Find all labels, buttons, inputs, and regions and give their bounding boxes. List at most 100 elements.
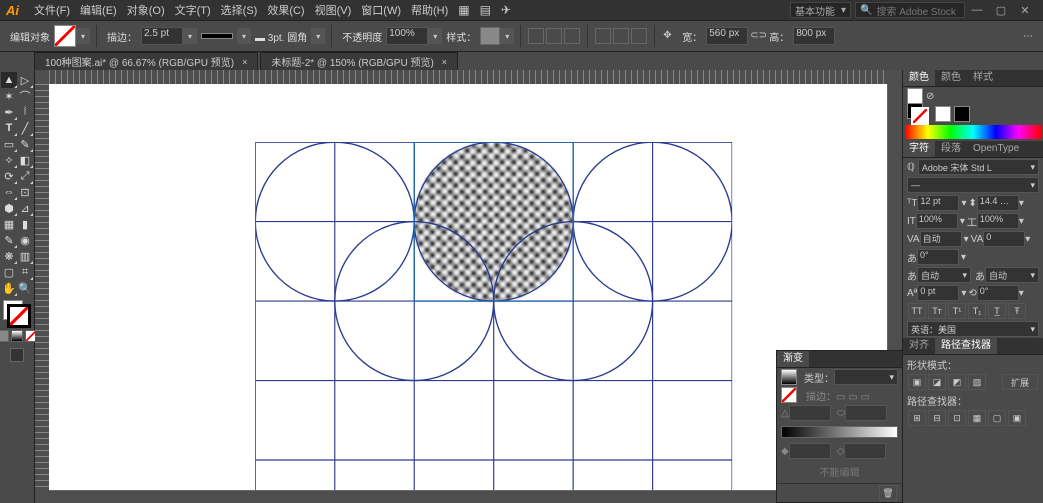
color-mode[interactable]: [0, 330, 9, 342]
optbar-more[interactable]: ⋯: [1023, 31, 1033, 42]
cloud-icon[interactable]: ✈: [501, 3, 511, 17]
kerning-v[interactable]: 自动: [920, 231, 962, 247]
vscale[interactable]: 100%: [916, 213, 958, 229]
transform-icon[interactable]: ✥: [663, 30, 676, 43]
free-transform-tool[interactable]: ⊡: [17, 184, 33, 200]
style-swatch[interactable]: [480, 27, 500, 45]
fill-dd[interactable]: ▾: [76, 28, 90, 44]
aki3[interactable]: 自动▾: [985, 267, 1039, 283]
grad-stroke[interactable]: [781, 387, 797, 403]
color-spectrum[interactable]: [905, 125, 1041, 139]
menu-object[interactable]: 对象(O): [127, 2, 165, 18]
font-size[interactable]: 12 pt: [917, 195, 959, 211]
leading[interactable]: 14.4 …: [977, 195, 1019, 211]
pf-trim[interactable]: ⊟: [928, 410, 946, 426]
stroke-preview[interactable]: [201, 33, 233, 39]
window-close[interactable]: ✕: [1013, 4, 1037, 17]
doc-tab-1[interactable]: 100种图案.ai* @ 66.67% (RGB/GPU 预览)×: [34, 52, 258, 70]
blend-tool[interactable]: ◉: [17, 232, 33, 248]
fill-stroke-mini[interactable]: [907, 103, 929, 125]
tab-char[interactable]: 字符: [903, 141, 935, 157]
pf-outline[interactable]: ▢: [988, 410, 1006, 426]
fill-swatch[interactable]: [54, 25, 76, 47]
artboard-tool[interactable]: ▢: [1, 264, 17, 280]
pf-minusback[interactable]: ▣: [1008, 410, 1026, 426]
tab-color[interactable]: 颜色: [903, 70, 935, 86]
pf-intersect[interactable]: ◩: [948, 374, 966, 390]
menu-view[interactable]: 视图(V): [315, 2, 352, 18]
shape-builder-tool[interactable]: ⬢: [1, 200, 17, 216]
tt-sub[interactable]: T₁: [968, 303, 986, 319]
white-swatch[interactable]: [935, 106, 951, 122]
mesh-tool[interactable]: ▦: [1, 216, 17, 232]
shaper-tool[interactable]: ✧: [1, 152, 17, 168]
x-field[interactable]: 560 px: [706, 27, 748, 45]
graph-tool[interactable]: ▥: [17, 248, 33, 264]
gradient-mode[interactable]: [11, 330, 23, 342]
gradient-ramp[interactable]: [781, 426, 898, 438]
pen-tool[interactable]: ✒: [1, 104, 17, 120]
grad-swatch[interactable]: [781, 369, 797, 385]
link-icon[interactable]: ⊂⊃: [750, 30, 763, 43]
pf-divide[interactable]: ⊞: [908, 410, 926, 426]
lasso-tool[interactable]: ⌒: [17, 88, 33, 104]
doc-tab-2[interactable]: 未标题-2* @ 150% (RGB/GPU 预览)×: [260, 52, 458, 70]
menu-type[interactable]: 文字(T): [175, 2, 211, 18]
pf-exclude[interactable]: ▨: [968, 374, 986, 390]
tt-strike[interactable]: Ŧ: [1008, 303, 1026, 319]
stroke-weight[interactable]: 2.5 pt: [141, 27, 183, 45]
lang-select[interactable]: 英语：美国▾: [907, 321, 1039, 337]
symbol-sprayer-tool[interactable]: ❋: [1, 248, 17, 264]
pf-merge[interactable]: ⊡: [948, 410, 966, 426]
menu-help[interactable]: 帮助(H): [411, 2, 448, 18]
menu-edit[interactable]: 编辑(E): [80, 2, 117, 18]
tab-gradient[interactable]: 渐变: [777, 351, 809, 367]
menu-effect[interactable]: 效果(C): [267, 2, 304, 18]
screen-mode[interactable]: [10, 348, 24, 362]
valign-m[interactable]: [613, 28, 629, 44]
eraser-tool[interactable]: ◧: [17, 152, 33, 168]
workspace-switcher[interactable]: 基本功能▾: [790, 2, 851, 18]
align-r[interactable]: [564, 28, 580, 44]
paintbrush-tool[interactable]: ✎: [17, 136, 33, 152]
opacity-value[interactable]: 100%: [386, 27, 428, 45]
slice-tool[interactable]: ⌗: [17, 264, 33, 280]
pf-crop[interactable]: ▦: [968, 410, 986, 426]
eyedropper-tool[interactable]: ✎: [1, 232, 17, 248]
tt-under[interactable]: T̲: [988, 303, 1006, 319]
pf-expand[interactable]: 扩展: [1002, 374, 1038, 390]
window-maximize[interactable]: ▢: [989, 4, 1013, 17]
rotate-tool[interactable]: ⟳: [1, 168, 17, 184]
char-rotate[interactable]: 0°: [977, 285, 1019, 301]
magic-wand-tool[interactable]: ✶: [1, 88, 17, 104]
type-tool[interactable]: T: [1, 120, 17, 136]
grad-delete[interactable]: 🗑: [879, 485, 897, 501]
gradient-tool[interactable]: ▮: [17, 216, 33, 232]
font-style[interactable]: —▾: [907, 177, 1039, 193]
menu-window[interactable]: 窗口(W): [361, 2, 401, 18]
rectangle-tool[interactable]: ▭: [1, 136, 17, 152]
grad-type[interactable]: ▾: [834, 369, 898, 385]
tab-para[interactable]: 段落: [935, 141, 967, 157]
baseline-shift[interactable]: 0 pt: [917, 285, 959, 301]
width-tool[interactable]: ⇔: [1, 184, 17, 200]
perspective-tool[interactable]: ⊿: [17, 200, 33, 216]
tt-caps[interactable]: TT: [908, 303, 926, 319]
fill-stroke-control[interactable]: [3, 300, 31, 328]
selection-tool[interactable]: ▲: [1, 72, 17, 88]
font-select[interactable]: Adobe 宋体 Std L▾: [918, 159, 1039, 175]
direct-selection-tool[interactable]: ▷: [17, 72, 33, 88]
close-icon[interactable]: ×: [442, 57, 447, 67]
aki2[interactable]: 自动▾: [917, 267, 971, 283]
aki[interactable]: 0°: [917, 249, 959, 265]
ruler-origin[interactable]: [35, 70, 50, 85]
ruler-vertical[interactable]: [35, 84, 50, 491]
align-l[interactable]: [528, 28, 544, 44]
scale-tool[interactable]: ⤢: [17, 168, 33, 184]
document-canvas[interactable]: [49, 84, 888, 491]
valign-t[interactable]: [595, 28, 611, 44]
tt-small[interactable]: Tт: [928, 303, 946, 319]
arrange-icon[interactable]: ▤: [480, 3, 491, 17]
hand-tool[interactable]: ✋: [1, 280, 17, 296]
tab-pathfinder[interactable]: 路径查找器: [935, 338, 997, 354]
